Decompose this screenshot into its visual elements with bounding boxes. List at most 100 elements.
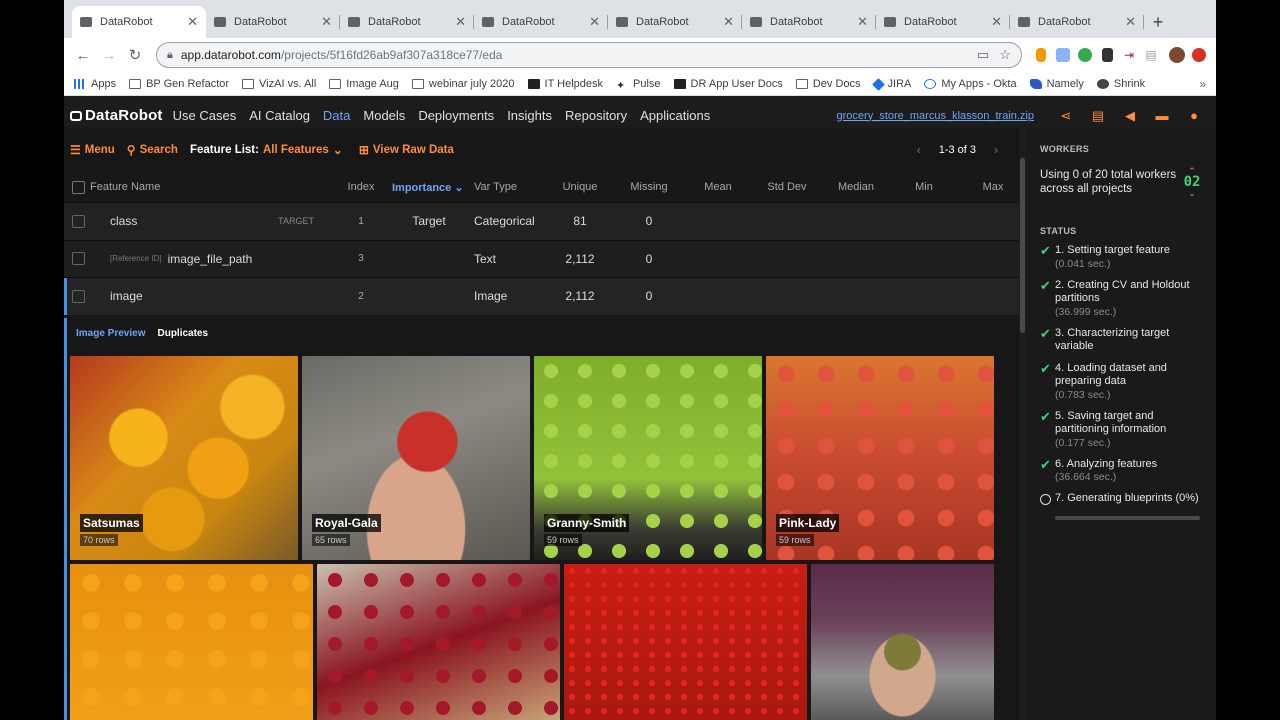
document-icon[interactable]: ▤ xyxy=(1082,100,1114,132)
col-feature-name[interactable]: Feature Name xyxy=(90,181,330,193)
chevron-right-icon[interactable]: › xyxy=(994,143,998,157)
col-min[interactable]: Min xyxy=(890,181,958,193)
share-icon[interactable]: ⋖ xyxy=(1050,100,1082,132)
close-icon[interactable]: ✕ xyxy=(723,14,734,30)
browser-tab[interactable]: DataRobot ✕ xyxy=(340,6,474,38)
extension-icon[interactable] xyxy=(1188,44,1210,66)
row-checkbox[interactable] xyxy=(72,289,85,303)
table-row[interactable]: class TARGET 1 Target Categorical 81 0 xyxy=(64,202,1026,240)
menu-button[interactable]: ☰ Menu xyxy=(70,143,115,157)
row-checkbox[interactable] xyxy=(72,214,85,228)
search-button[interactable]: ⚲ Search xyxy=(127,143,178,157)
image-tile-satsumas[interactable]: Satsumas 70 rows xyxy=(70,356,298,560)
bookmark-item[interactable]: Shrink xyxy=(1096,78,1145,90)
extension-icon[interactable] xyxy=(1052,44,1074,66)
folder-icon[interactable]: ▬ xyxy=(1146,100,1178,132)
bookmark-item[interactable]: My Apps - Okta xyxy=(924,78,1017,90)
close-icon[interactable]: ✕ xyxy=(1125,14,1136,30)
user-icon[interactable]: ● xyxy=(1178,100,1210,132)
extension-icon[interactable]: ▤ xyxy=(1140,44,1162,66)
project-name-link[interactable]: grocery_store_marcus_klasson_train.zip xyxy=(837,110,1034,122)
bookmark-item[interactable]: IT Helpdesk xyxy=(527,78,603,90)
chevron-more-icon[interactable]: » xyxy=(1199,77,1206,91)
browser-tab[interactable]: DataRobot ✕ xyxy=(72,6,206,38)
bookmark-item[interactable]: Apps xyxy=(74,78,116,90)
col-mean[interactable]: Mean xyxy=(684,181,752,193)
avatar[interactable] xyxy=(1166,44,1188,66)
image-tile[interactable] xyxy=(564,564,807,720)
browser-tab[interactable]: DataRobot ✕ xyxy=(742,6,876,38)
image-tile-royal-gala[interactable]: Royal-Gala 65 rows xyxy=(302,356,530,560)
bookmark-star-icon[interactable]: ☆ xyxy=(999,47,1011,63)
col-max[interactable]: Max xyxy=(958,181,1026,193)
feature-list-dropdown[interactable]: Feature List: All Features ⌄ xyxy=(190,143,347,157)
back-icon[interactable]: ← xyxy=(70,42,96,68)
browser-tab[interactable]: DataRobot ✕ xyxy=(608,6,742,38)
nav-applications[interactable]: Applications xyxy=(640,108,710,123)
image-tile-granny-smith[interactable]: Granny-Smith 59 rows xyxy=(534,356,762,560)
image-tile[interactable] xyxy=(317,564,560,720)
extension-icon[interactable] xyxy=(1096,44,1118,66)
feature-name[interactable]: image_file_path xyxy=(168,252,253,266)
nav-deployments[interactable]: Deployments xyxy=(418,108,494,123)
image-tile[interactable] xyxy=(811,564,994,720)
bookmark-item[interactable]: VizAI vs. All xyxy=(242,78,316,90)
close-icon[interactable]: ✕ xyxy=(455,14,466,30)
feature-name[interactable]: image xyxy=(110,289,143,303)
col-median[interactable]: Median xyxy=(822,181,890,193)
forward-icon[interactable]: → xyxy=(96,42,122,68)
col-std-dev[interactable]: Std Dev xyxy=(752,181,822,193)
cast-icon[interactable]: ▭ xyxy=(977,47,989,63)
bookmark-item[interactable]: webinar july 2020 xyxy=(411,78,515,90)
chevron-down-icon[interactable]: ⌄ xyxy=(1188,188,1196,198)
browser-tab[interactable]: DataRobot ✕ xyxy=(474,6,608,38)
bookmark-item[interactable]: DR App User Docs xyxy=(673,78,783,90)
browser-tab[interactable]: DataRobot ✕ xyxy=(876,6,1010,38)
tab-image-preview[interactable]: Image Preview xyxy=(76,328,145,339)
col-var-type[interactable]: Var Type xyxy=(466,181,546,193)
image-tile-pink-lady[interactable]: Pink-Lady 59 rows xyxy=(766,356,994,560)
scrollbar-thumb[interactable] xyxy=(1020,158,1025,333)
col-index[interactable]: Index xyxy=(330,181,392,193)
feature-name[interactable]: class xyxy=(110,214,137,228)
reload-icon[interactable]: ↻ xyxy=(122,42,148,68)
chevron-left-icon[interactable]: ‹ xyxy=(917,143,921,157)
new-tab-button[interactable]: + xyxy=(1144,6,1172,38)
close-icon[interactable]: ✕ xyxy=(187,14,198,30)
nav-repository[interactable]: Repository xyxy=(565,108,627,123)
image-tile[interactable] xyxy=(70,564,313,720)
col-importance[interactable]: Importance ⌄ xyxy=(392,181,466,194)
nav-models[interactable]: Models xyxy=(363,108,405,123)
bookmark-item[interactable]: ✦ Pulse xyxy=(616,78,661,92)
address-bar[interactable]: 🔒︎ app.datarobot.com/projects/5f16fd26ab… xyxy=(156,42,1022,68)
browser-tab[interactable]: DataRobot ✕ xyxy=(1010,6,1144,38)
bookmark-item[interactable]: Image Aug xyxy=(329,78,399,90)
megaphone-icon[interactable]: ◀ xyxy=(1114,100,1146,132)
bookmark-item[interactable]: BP Gen Refactor xyxy=(129,78,229,90)
worker-count-stepper[interactable]: ⌃ 02 ⌄ xyxy=(1180,166,1204,198)
table-row[interactable]: [Reference ID] image_file_path 3 Text 2,1… xyxy=(64,239,1026,277)
datarobot-logo[interactable]: DataRobot xyxy=(70,107,163,124)
col-unique[interactable]: Unique xyxy=(546,181,614,193)
nav-ai-catalog[interactable]: AI Catalog xyxy=(249,108,310,123)
col-missing[interactable]: Missing xyxy=(614,181,684,193)
select-all-checkbox[interactable] xyxy=(72,180,85,194)
table-row[interactable]: image 2 Image 2,112 0 xyxy=(64,277,1026,315)
browser-tab[interactable]: DataRobot ✕ xyxy=(206,6,340,38)
extension-icon[interactable] xyxy=(1030,44,1052,66)
view-raw-data-button[interactable]: ⊞ View Raw Data xyxy=(359,143,454,157)
close-icon[interactable]: ✕ xyxy=(857,14,868,30)
close-icon[interactable]: ✕ xyxy=(321,14,332,30)
nav-use-cases[interactable]: Use Cases xyxy=(173,108,237,123)
close-icon[interactable]: ✕ xyxy=(991,14,1002,30)
row-checkbox[interactable] xyxy=(72,252,85,266)
bookmark-item[interactable]: Namely xyxy=(1029,78,1084,90)
close-icon[interactable]: ✕ xyxy=(589,14,600,30)
extension-icon[interactable] xyxy=(1074,44,1096,66)
nav-insights[interactable]: Insights xyxy=(507,108,552,123)
scrollbar[interactable] xyxy=(1019,128,1026,720)
nav-data[interactable]: Data xyxy=(323,108,350,123)
bookmark-item[interactable]: Dev Docs xyxy=(795,78,861,90)
extension-icon[interactable]: ⇥ xyxy=(1118,44,1140,66)
bookmark-item[interactable]: JIRA xyxy=(871,77,911,91)
